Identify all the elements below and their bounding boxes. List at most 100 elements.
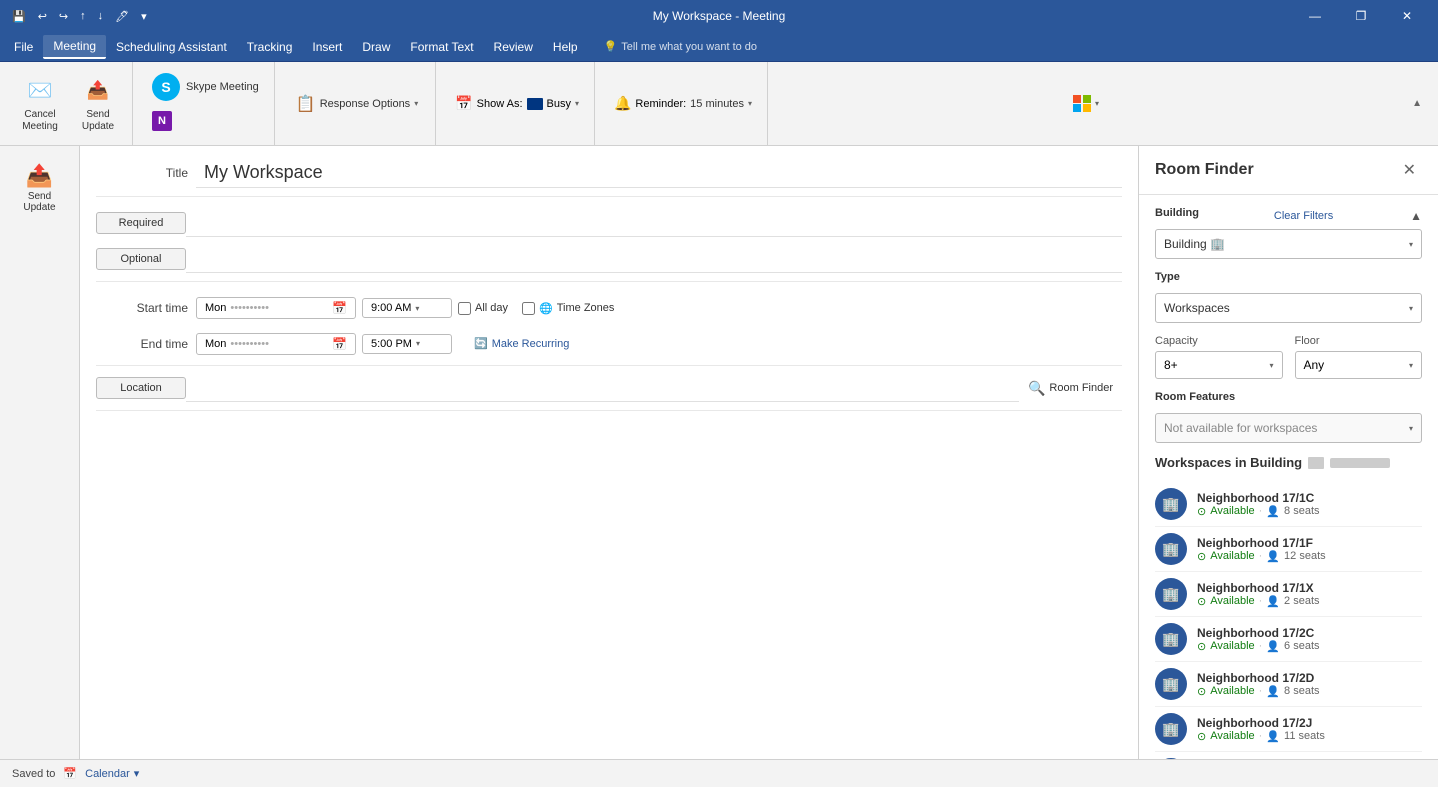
- ws-meta-5: ⊙ Available · 👤 11 seats: [1197, 730, 1422, 743]
- workspace-item-0[interactable]: 🏢 Neighborhood 17/1C ⊙ Available · 👤 8 s…: [1155, 482, 1422, 527]
- workspace-item-2[interactable]: 🏢 Neighborhood 17/1X ⊙ Available · 👤 2 s…: [1155, 572, 1422, 617]
- time-zones-checkbox[interactable]: [522, 302, 535, 315]
- workspace-item-3[interactable]: 🏢 Neighborhood 17/2C ⊙ Available · 👤 6 s…: [1155, 617, 1422, 662]
- menu-file[interactable]: File: [4, 36, 43, 58]
- all-day-checkbox[interactable]: [458, 302, 471, 315]
- skype-meeting-button[interactable]: S Skype Meeting: [145, 66, 266, 108]
- end-date-dots: ••••••••••: [230, 338, 269, 350]
- end-time-select[interactable]: 5:00 PM ▾: [362, 334, 452, 354]
- ribbon-group-actions: ✉️ Cancel Meeting 📤 Send Update: [8, 62, 133, 145]
- ws-icon-people-3: 👤: [1266, 640, 1280, 653]
- rf-title: Room Finder: [1155, 161, 1254, 179]
- rf-body: Building Clear Filters ▲ Building 🏢 ▾ Ty…: [1139, 195, 1438, 759]
- menu-format-text[interactable]: Format Text: [400, 36, 483, 58]
- format-btn[interactable]: 🖊: [111, 8, 133, 25]
- up-btn[interactable]: ↑: [76, 8, 90, 24]
- location-input[interactable]: [186, 374, 1019, 402]
- onenote-button[interactable]: N: [145, 108, 266, 134]
- end-time-label: End time: [96, 337, 196, 351]
- calendar-icon-end: 📅: [332, 337, 347, 351]
- menu-meeting[interactable]: Meeting: [43, 35, 106, 59]
- menu-scheduling[interactable]: Scheduling Assistant: [106, 36, 237, 58]
- response-options-button[interactable]: 📋 Response Options ▾: [287, 87, 427, 121]
- restore-button[interactable]: ❐: [1338, 0, 1384, 32]
- make-recurring-button[interactable]: 🔄 Make Recurring: [474, 337, 569, 350]
- workspace-item-1[interactable]: 🏢 Neighborhood 17/1F ⊙ Available · 👤 12 …: [1155, 527, 1422, 572]
- undo-btn[interactable]: ↩: [34, 8, 51, 25]
- ws-status-icon-5: ⊙: [1197, 730, 1206, 743]
- ribbon-group-skype: S Skype Meeting N: [137, 62, 275, 145]
- room-finder-button[interactable]: 🔍 Room Finder: [1019, 375, 1122, 402]
- workspace-item-4[interactable]: 🏢 Neighborhood 17/2D ⊙ Available · 👤 8 s…: [1155, 662, 1422, 707]
- start-time-select[interactable]: 9:00 AM ▾: [362, 298, 452, 318]
- workspace-item-5[interactable]: 🏢 Neighborhood 17/2J ⊙ Available · 👤 11 …: [1155, 707, 1422, 752]
- required-button[interactable]: Required: [96, 212, 186, 234]
- rf-workspace-icon: [1308, 457, 1324, 469]
- rf-close-button[interactable]: ✕: [1397, 158, 1422, 182]
- optional-button[interactable]: Optional: [96, 248, 186, 270]
- menu-help[interactable]: Help: [543, 36, 588, 58]
- ws-icon-6: 🏢: [1155, 758, 1187, 759]
- ws-icon-people-0: 👤: [1266, 505, 1280, 518]
- ms-logo-area[interactable]: ▾: [1073, 95, 1099, 113]
- ws-status-0: Available: [1210, 505, 1254, 517]
- redo-btn[interactable]: ↪: [55, 8, 72, 25]
- all-day-text: All day: [475, 302, 508, 314]
- menu-tracking[interactable]: Tracking: [237, 36, 303, 58]
- send-update-label: Send Update: [81, 109, 115, 133]
- rf-clear-filters-button[interactable]: Clear Filters: [1274, 210, 1333, 222]
- ws-meta-0: ⊙ Available · 👤 8 seats: [1197, 505, 1422, 518]
- end-date-input[interactable]: Mon •••••••••• 📅: [196, 333, 356, 355]
- send-update-button[interactable]: 📤 Send Update: [72, 66, 124, 141]
- ws-seats-2: 2 seats: [1284, 595, 1319, 607]
- all-day-label[interactable]: All day: [458, 302, 508, 315]
- rf-features-dropdown[interactable]: Not available for workspaces ▾: [1155, 413, 1422, 443]
- optional-input[interactable]: [186, 245, 1122, 273]
- expand-btn[interactable]: ▾: [137, 8, 151, 25]
- rf-type-value: Workspaces: [1164, 301, 1230, 315]
- ws-status-3: Available: [1210, 640, 1254, 652]
- location-button[interactable]: Location: [96, 377, 186, 399]
- ws-icon-people-4: 👤: [1266, 685, 1280, 698]
- workspace-item-6[interactable]: 🏢 Neighborhood 17/3K ⊙ Available: [1155, 752, 1422, 759]
- saved-to-label: Saved to: [12, 768, 55, 780]
- rf-floor-dropdown[interactable]: Any ▾: [1295, 351, 1423, 379]
- calendar-name: Calendar: [85, 768, 130, 780]
- minimize-button[interactable]: —: [1292, 0, 1338, 32]
- bell-icon: 🔔: [614, 95, 631, 112]
- ws-seats-0: 8 seats: [1284, 505, 1319, 517]
- reminder-dropdown[interactable]: 🔔 Reminder: 15 minutes ▾: [607, 92, 759, 115]
- required-input[interactable]: [186, 209, 1122, 237]
- ribbon-collapse-button[interactable]: ▲: [1404, 94, 1430, 113]
- ws-icon-people-5: 👤: [1266, 730, 1280, 743]
- form-area: Title Required Optional Start time Mon •…: [80, 146, 1138, 759]
- close-button[interactable]: ✕: [1384, 0, 1430, 32]
- time-zones-label[interactable]: 🌐 Time Zones: [522, 302, 614, 315]
- rf-building-chevron[interactable]: ▲: [1410, 209, 1422, 223]
- menu-draw[interactable]: Draw: [352, 36, 400, 58]
- start-time-label: Start time: [96, 301, 196, 315]
- ws-name-5: Neighborhood 17/2J: [1197, 716, 1422, 730]
- start-date-dots: ••••••••••: [230, 302, 269, 314]
- ws-info-4: Neighborhood 17/2D ⊙ Available · 👤 8 sea…: [1197, 671, 1422, 698]
- menu-bar: File Meeting Scheduling Assistant Tracki…: [0, 32, 1438, 62]
- start-time-row: Start time Mon •••••••••• 📅 9:00 AM ▾ Al…: [96, 290, 1122, 326]
- start-date-input[interactable]: Mon •••••••••• 📅: [196, 297, 356, 319]
- calendar-label[interactable]: Calendar ▾: [85, 767, 139, 780]
- down-btn[interactable]: ↓: [94, 8, 108, 24]
- show-as-dropdown[interactable]: 📅 Show As: Busy ▾: [448, 92, 586, 115]
- search-bar[interactable]: 💡 Tell me what you want to do: [604, 40, 757, 53]
- rf-capacity-dropdown[interactable]: 8+ ▾: [1155, 351, 1283, 379]
- send-update-side-button[interactable]: 📤 Send Update: [6, 154, 74, 222]
- cancel-meeting-button[interactable]: ✉️ Cancel Meeting: [12, 66, 68, 141]
- ws-status-5: Available: [1210, 730, 1254, 742]
- menu-review[interactable]: Review: [484, 36, 543, 58]
- rf-header: Room Finder ✕: [1139, 146, 1438, 195]
- menu-insert[interactable]: Insert: [302, 36, 352, 58]
- rf-type-dropdown[interactable]: Workspaces ▾: [1155, 293, 1422, 323]
- ribbon: ✉️ Cancel Meeting 📤 Send Update S Skype …: [0, 62, 1438, 146]
- rf-building-dropdown[interactable]: Building 🏢 ▾: [1155, 229, 1422, 259]
- title-input[interactable]: [196, 158, 1122, 188]
- save-btn[interactable]: 💾: [8, 8, 30, 25]
- window-controls: — ❐ ✕: [1292, 0, 1430, 32]
